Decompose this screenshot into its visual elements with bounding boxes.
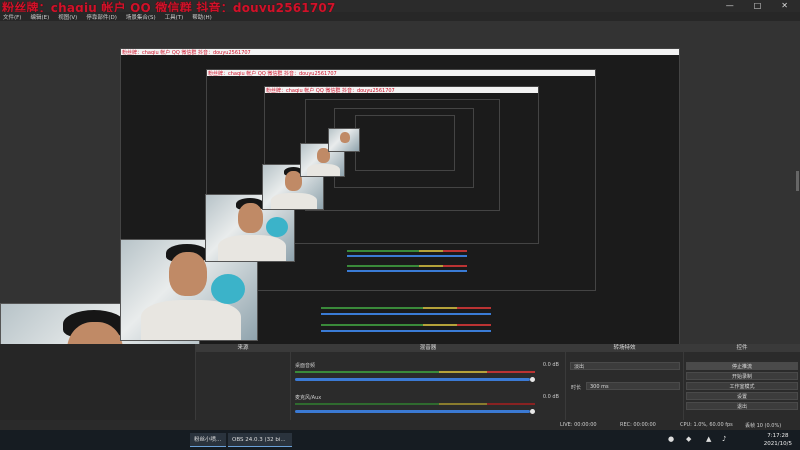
menu-scene-collection[interactable]: 场景集合(S) (126, 13, 156, 21)
nested-screen-6 (355, 115, 455, 171)
clock-date: 2021/10/5 (763, 441, 792, 447)
settings-button[interactable]: 设置 (686, 392, 798, 400)
nested-slider (347, 255, 467, 257)
nested-title: 粉丝牌：chaqiu 帐户 QQ 微信群 抖音：douyu2561707 (265, 87, 538, 93)
minimize-icon[interactable]: — (726, 1, 734, 10)
dropped-frames: 丢帧 10 (0.0%) (745, 423, 782, 429)
nested-meter (347, 250, 467, 252)
exit-button[interactable]: 退出 (686, 402, 798, 410)
volume-slider[interactable] (295, 410, 530, 413)
taskbar-clock[interactable]: 7:17:28 2021/10/5 (764, 432, 792, 448)
cpu-status: CPU: 1.0%, 60.00 fps (680, 422, 733, 428)
mixer-channel-desktop: 桌面音频 0.0 dB (295, 362, 561, 387)
nested-title: 粉丝牌：chaqiu 帐户 QQ 微信群 抖音：douyu2561707 (207, 70, 595, 76)
menu-docks[interactable]: 停靠部件(D) (86, 13, 117, 21)
rec-status: REC: 00:00:00 (620, 422, 656, 428)
nested-meter (321, 324, 491, 326)
transitions-dock-title: 转场特效 (566, 344, 683, 352)
duration-label: 时长 (571, 385, 582, 391)
duration-input[interactable]: 300 ms (586, 382, 680, 390)
mixer-dock-title: 混音器 (291, 344, 565, 352)
nested-meter (347, 265, 467, 267)
transition-select[interactable]: 淡出 (570, 362, 680, 370)
studio-mode-button[interactable]: 工作室模式 (686, 382, 798, 390)
volume-slider[interactable] (295, 378, 530, 381)
start-recording-button[interactable]: 开始录制 (686, 372, 798, 380)
status-bar: LIVE: 00:00:00 REC: 00:00:00 CPU: 1.0%, … (0, 420, 800, 430)
nested-slider (321, 313, 491, 315)
menu-file[interactable]: 文件(F) (3, 13, 21, 21)
nested-slider (321, 330, 491, 332)
window-controls: — □ ✕ (726, 1, 788, 10)
menu-edit[interactable]: 编辑(E) (30, 13, 49, 21)
mixer-channel-db: 0.0 dB (542, 394, 559, 400)
menu-view[interactable]: 视图(V) (58, 13, 77, 21)
tray-icon[interactable]: ● (668, 435, 674, 443)
taskbar: 粉丝小喷... OBS 24.0.3 (32 bi... ● ◆ ▲ ♪ 7:1… (0, 430, 800, 450)
controls-dock-title: 控件 (684, 344, 800, 352)
volume-slider-knob[interactable] (530, 409, 535, 414)
tray-icon[interactable]: ▲ (706, 435, 711, 443)
stop-streaming-button[interactable]: 停止推流 (686, 362, 798, 370)
nested-slider (347, 270, 467, 272)
volume-meter (295, 403, 535, 405)
volume-meter (295, 371, 535, 373)
sources-dock-title: 来源 (196, 344, 290, 352)
volume-slider-knob[interactable] (530, 377, 535, 382)
clock-time: 7:17:28 (767, 433, 789, 439)
mixer-channel-label: 桌面音频 (295, 363, 316, 369)
nested-meter (321, 307, 491, 309)
mixer-channel-label: 麦克风/Aux (295, 395, 322, 401)
maximize-icon[interactable]: □ (754, 1, 762, 10)
preview-scrollbar[interactable] (796, 171, 799, 191)
close-icon[interactable]: ✕ (781, 1, 788, 10)
menu-tools[interactable]: 工具(T) (165, 13, 184, 21)
title-bar: 粉丝牌：chaqiu 帐户 QQ 微信群 抖音：douyu2561707 — □… (0, 0, 800, 15)
mixer-channel-db: 0.0 dB (542, 362, 559, 368)
taskbar-item-fans[interactable]: 粉丝小喷... (190, 433, 226, 447)
mixer-channel-mic: 麦克风/Aux 0.0 dB (295, 394, 561, 419)
webcam-feed-6 (328, 128, 360, 152)
taskbar-item-obs[interactable]: OBS 24.0.3 (32 bi... (228, 433, 292, 447)
menu-bar: 文件(F) 编辑(E) 视图(V) 停靠部件(D) 场景集合(S) 工具(T) … (0, 12, 800, 21)
tray-icon[interactable]: ◆ (686, 435, 691, 443)
volume-icon[interactable]: ♪ (722, 435, 726, 443)
nested-title: 粉丝牌：chaqiu 帐户 QQ 微信群 抖音：douyu2561707 (121, 49, 679, 55)
preview-area[interactable]: 粉丝牌：chaqiu 帐户 QQ 微信群 抖音：douyu2561707 粉丝牌… (0, 21, 800, 443)
menu-help[interactable]: 帮助(H) (192, 13, 211, 21)
live-status: LIVE: 00:00:00 (560, 422, 597, 428)
